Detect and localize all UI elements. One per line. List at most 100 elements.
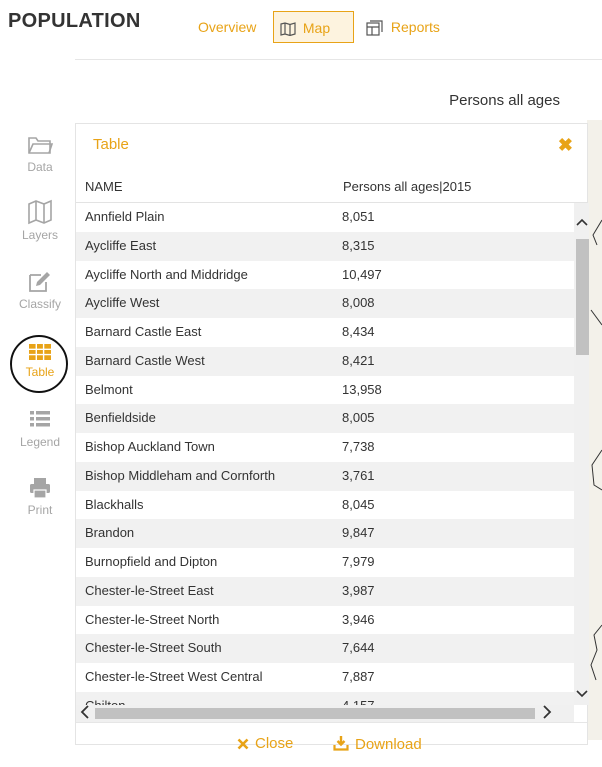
table-row[interactable]: Chilton 4,157	[76, 691, 574, 705]
table-row[interactable]: Chester-le-Street West Central 7,887	[76, 663, 574, 692]
tab-reports[interactable]: Reports	[360, 11, 446, 43]
cell-value: 7,887	[342, 669, 375, 684]
sidebar-item-classify[interactable]: Classify	[0, 270, 80, 311]
top-bar: POPULATION Overview Map Reports	[0, 0, 602, 52]
cell-value: 3,761	[342, 467, 375, 483]
reports-icon	[366, 19, 391, 36]
sidebar-item-label: Legend	[19, 435, 61, 449]
table-row[interactable]: Barnard Castle East 8,434	[76, 318, 574, 347]
cell-name: Chester-le-Street North	[85, 611, 220, 627]
cell-value: 8,315	[342, 237, 375, 253]
cell-name: Benfieldside	[85, 410, 156, 426]
cell-value: 8,434	[342, 324, 375, 339]
cell-value: 8,051	[342, 209, 375, 224]
indicator-title: Persons all ages	[449, 92, 560, 109]
cell-name: Annfield Plain	[85, 209, 165, 224]
scroll-right-icon[interactable]	[542, 705, 552, 722]
download-icon	[333, 736, 349, 751]
table-row[interactable]: Chester-le-Street East 3,987	[76, 576, 574, 606]
close-x-icon	[237, 738, 249, 750]
cell-value: 9,847	[342, 525, 375, 541]
map-canvas[interactable]	[587, 120, 602, 740]
cell-value: 4,157	[342, 698, 375, 705]
table-row[interactable]: Aycliffe North and Middridge 10,497	[76, 261, 574, 290]
scroll-left-icon[interactable]	[80, 705, 90, 722]
folder-icon	[0, 133, 80, 157]
horizontal-scroll-thumb[interactable]	[95, 708, 535, 719]
table-row[interactable]: Bishop Auckland Town 7,738	[76, 433, 574, 462]
sidebar-item-label: Classify	[18, 297, 61, 311]
cell-name: Belmont	[85, 381, 133, 397]
cell-value: 8,045	[342, 496, 375, 512]
cell-value: 3,987	[342, 582, 375, 598]
sidebar-item-label: Layers	[21, 228, 59, 242]
tab-map-label: Map	[302, 20, 331, 36]
cell-value: 13,958	[342, 381, 382, 397]
sidebar-item-layers[interactable]: Layers	[0, 199, 80, 242]
table-row[interactable]: Blackhalls 8,045	[76, 491, 574, 520]
column-header-persons[interactable]: Persons all ages|2015	[343, 179, 471, 194]
sidebar-item-legend[interactable]: Legend	[0, 408, 80, 449]
table-row[interactable]: Annfield Plain 8,051	[76, 203, 574, 232]
table-row[interactable]: Barnard Castle West 8,421	[76, 346, 574, 376]
close-button-label: Close	[255, 735, 294, 752]
sidebar-item-label: Print	[27, 503, 53, 517]
cell-name: Chester-le-Street South	[85, 640, 222, 656]
table-row[interactable]: Benfieldside 8,005	[76, 404, 574, 433]
edit-icon	[0, 270, 80, 294]
table-row[interactable]: Aycliffe East 8,315	[76, 231, 574, 261]
tab-overview-label: Overview	[198, 19, 257, 35]
table-row[interactable]: Aycliffe West 8,008	[76, 289, 574, 318]
cell-name: Bishop Auckland Town	[85, 439, 215, 454]
cell-value: 8,008	[342, 295, 375, 311]
table-row[interactable]: Brandon 9,847	[76, 519, 574, 548]
sidebar-item-data[interactable]: Data	[0, 133, 80, 174]
tab-map[interactable]: Map	[273, 11, 354, 43]
vertical-scrollbar[interactable]	[574, 203, 589, 705]
list-icon	[0, 408, 80, 432]
map-layers-icon	[0, 199, 80, 225]
table-row[interactable]: Chester-le-Street North 3,946	[76, 606, 574, 635]
cell-name: Bishop Middleham and Cornforth	[85, 467, 276, 483]
cell-value: 8,005	[342, 410, 375, 426]
tab-overview[interactable]: Overview	[192, 11, 262, 43]
column-header-name[interactable]: NAME	[85, 179, 123, 194]
cell-name: Aycliffe East	[85, 237, 157, 253]
print-icon	[0, 476, 80, 500]
cell-name: Aycliffe West	[85, 295, 160, 311]
cell-name: Barnard Castle West	[85, 352, 205, 368]
cell-value: 10,497	[342, 266, 382, 282]
header-divider	[75, 59, 602, 60]
table-row[interactable]: Chester-le-Street South 7,644	[76, 634, 574, 663]
cell-value: 7,738	[342, 439, 375, 454]
cell-name: Blackhalls	[85, 496, 144, 512]
cell-name: Chilton	[85, 698, 125, 705]
horizontal-scrollbar[interactable]	[76, 705, 574, 722]
sidebar-item-label: Data	[27, 160, 53, 174]
cell-name: Brandon	[85, 525, 135, 541]
download-button[interactable]: Download	[333, 735, 422, 753]
close-icon[interactable]: ✖	[558, 136, 573, 154]
scroll-up-icon[interactable]	[576, 215, 588, 229]
panel-footer: Close Download	[76, 722, 587, 753]
download-button-label: Download	[355, 736, 422, 753]
table-header: NAME Persons all ages|2015	[76, 172, 587, 203]
cell-name: Chester-le-Street East	[85, 582, 214, 598]
cell-name: Barnard Castle East	[85, 324, 202, 339]
cell-value: 3,946	[342, 611, 375, 627]
scroll-down-icon[interactable]	[576, 687, 588, 701]
cell-name: Aycliffe North and Middridge	[85, 266, 248, 282]
cell-name: Burnopfield and Dipton	[85, 554, 218, 569]
tab-reports-label: Reports	[390, 19, 440, 35]
cell-name: Chester-le-Street West Central	[85, 669, 263, 684]
table-row[interactable]: Bishop Middleham and Cornforth 3,761	[76, 461, 574, 491]
map-icon	[280, 20, 303, 37]
sidebar-item-print[interactable]: Print	[0, 476, 80, 517]
close-button[interactable]: Close	[237, 735, 293, 752]
table-body: Annfield Plain 8,051 Aycliffe East 8,315 Ayc…	[76, 203, 574, 705]
vertical-scroll-thumb[interactable]	[576, 239, 589, 355]
table-row[interactable]: Burnopfield and Dipton 7,979	[76, 548, 574, 577]
cell-value: 8,421	[342, 352, 375, 368]
highlight-circle	[10, 335, 68, 393]
table-row[interactable]: Belmont 13,958	[76, 376, 574, 405]
